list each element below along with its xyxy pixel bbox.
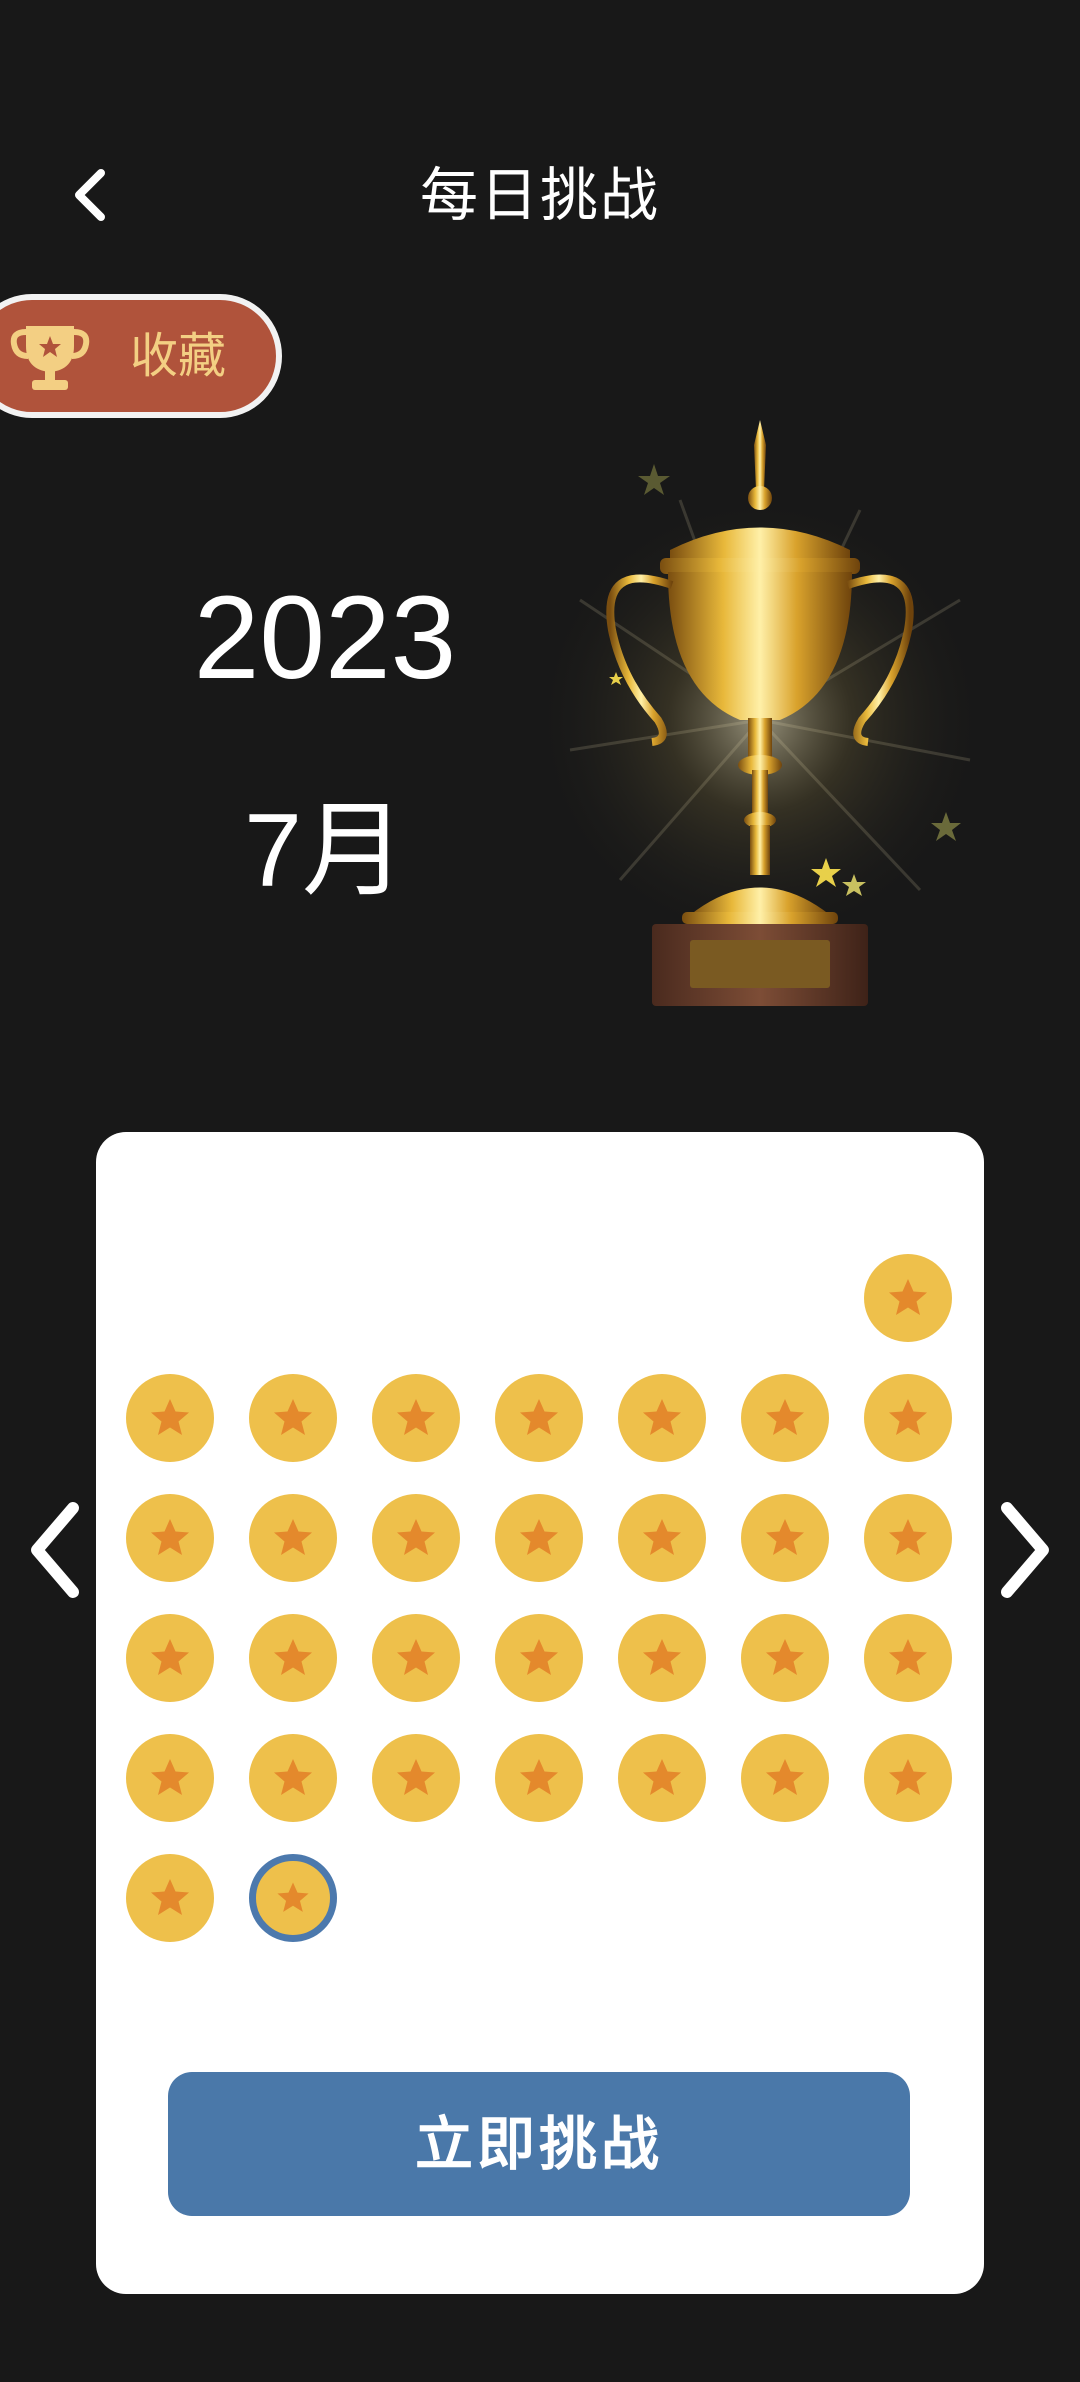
page-title: 每日挑战 xyxy=(419,161,660,229)
star-icon xyxy=(274,1399,312,1435)
calendar-day[interactable] xyxy=(618,1614,706,1702)
calendar-day[interactable] xyxy=(495,1734,583,1822)
calendar-day[interactable] xyxy=(126,1614,214,1702)
star-icon xyxy=(643,1639,681,1675)
star-icon xyxy=(889,1639,927,1675)
star-icon xyxy=(766,1639,804,1675)
chevron-left-icon xyxy=(31,1502,79,1598)
star-icon xyxy=(889,1279,927,1315)
star-icon xyxy=(643,1519,681,1555)
next-month-button[interactable] xyxy=(980,1490,1070,1610)
calendar-day[interactable] xyxy=(618,1734,706,1822)
star-icon xyxy=(643,1759,681,1795)
trophy-icon xyxy=(10,326,90,390)
month-label: 7月 xyxy=(244,793,406,909)
star-icon xyxy=(151,1759,189,1795)
star-icon xyxy=(889,1399,927,1435)
star-icon xyxy=(274,1759,312,1795)
previous-month-button[interactable] xyxy=(10,1490,100,1610)
star-icon xyxy=(643,1399,681,1435)
year-label: 2023 xyxy=(193,572,457,704)
calendar-day[interactable] xyxy=(864,1254,952,1342)
star-icon xyxy=(520,1639,558,1675)
star-icon xyxy=(397,1639,435,1675)
trophy-illustration xyxy=(540,420,990,1006)
star-icon xyxy=(766,1759,804,1795)
star-icon xyxy=(274,1519,312,1555)
calendar-day[interactable] xyxy=(372,1614,460,1702)
star-icon xyxy=(889,1759,927,1795)
star-icon xyxy=(151,1519,189,1555)
calendar-day[interactable] xyxy=(495,1374,583,1462)
collection-label: 收藏 xyxy=(130,328,227,384)
star-icon xyxy=(766,1519,804,1555)
star-icon xyxy=(274,1639,312,1675)
star-icon xyxy=(520,1519,558,1555)
calendar-day[interactable] xyxy=(864,1614,952,1702)
star-icon xyxy=(151,1399,189,1435)
calendar-card: 立即挑战 xyxy=(96,1132,984,2294)
calendar-day[interactable] xyxy=(372,1734,460,1822)
chevron-right-icon xyxy=(1001,1502,1049,1598)
star-icon xyxy=(397,1759,435,1795)
daily-challenge-screen: 每日挑战 收藏 2023 7月 立即挑战 xyxy=(0,0,1080,2382)
calendar-day[interactable] xyxy=(126,1854,214,1942)
star-icon xyxy=(397,1399,435,1435)
calendar-day[interactable] xyxy=(864,1734,952,1822)
challenge-now-button[interactable]: 立即挑战 xyxy=(168,2072,910,2216)
calendar-day[interactable] xyxy=(495,1614,583,1702)
star-icon xyxy=(889,1519,927,1555)
calendar-day[interactable] xyxy=(618,1374,706,1462)
calendar-day[interactable] xyxy=(864,1374,952,1462)
calendar-day[interactable] xyxy=(372,1494,460,1582)
calendar-day[interactable] xyxy=(249,1614,337,1702)
calendar-day[interactable] xyxy=(741,1374,829,1462)
calendar-day[interactable] xyxy=(864,1494,952,1582)
collection-button[interactable]: 收藏 xyxy=(0,294,282,418)
calendar-day[interactable] xyxy=(126,1734,214,1822)
calendar-day[interactable] xyxy=(372,1374,460,1462)
calendar-day[interactable] xyxy=(741,1614,829,1702)
star-icon xyxy=(397,1519,435,1555)
star-icon xyxy=(520,1399,558,1435)
calendar-day[interactable] xyxy=(249,1374,337,1462)
calendar-day[interactable] xyxy=(249,1494,337,1582)
calendar-day[interactable] xyxy=(249,1734,337,1822)
calendar-day[interactable] xyxy=(741,1734,829,1822)
calendar-day-today[interactable] xyxy=(249,1854,337,1942)
calendar-day[interactable] xyxy=(126,1374,214,1462)
star-icon xyxy=(151,1879,189,1915)
star-icon xyxy=(151,1639,189,1675)
star-icon xyxy=(520,1759,558,1795)
star-icon xyxy=(766,1399,804,1435)
calendar-day[interactable] xyxy=(741,1494,829,1582)
calendar-day[interactable] xyxy=(618,1494,706,1582)
star-icon xyxy=(277,1882,309,1912)
calendar-day[interactable] xyxy=(126,1494,214,1582)
calendar-day[interactable] xyxy=(495,1494,583,1582)
